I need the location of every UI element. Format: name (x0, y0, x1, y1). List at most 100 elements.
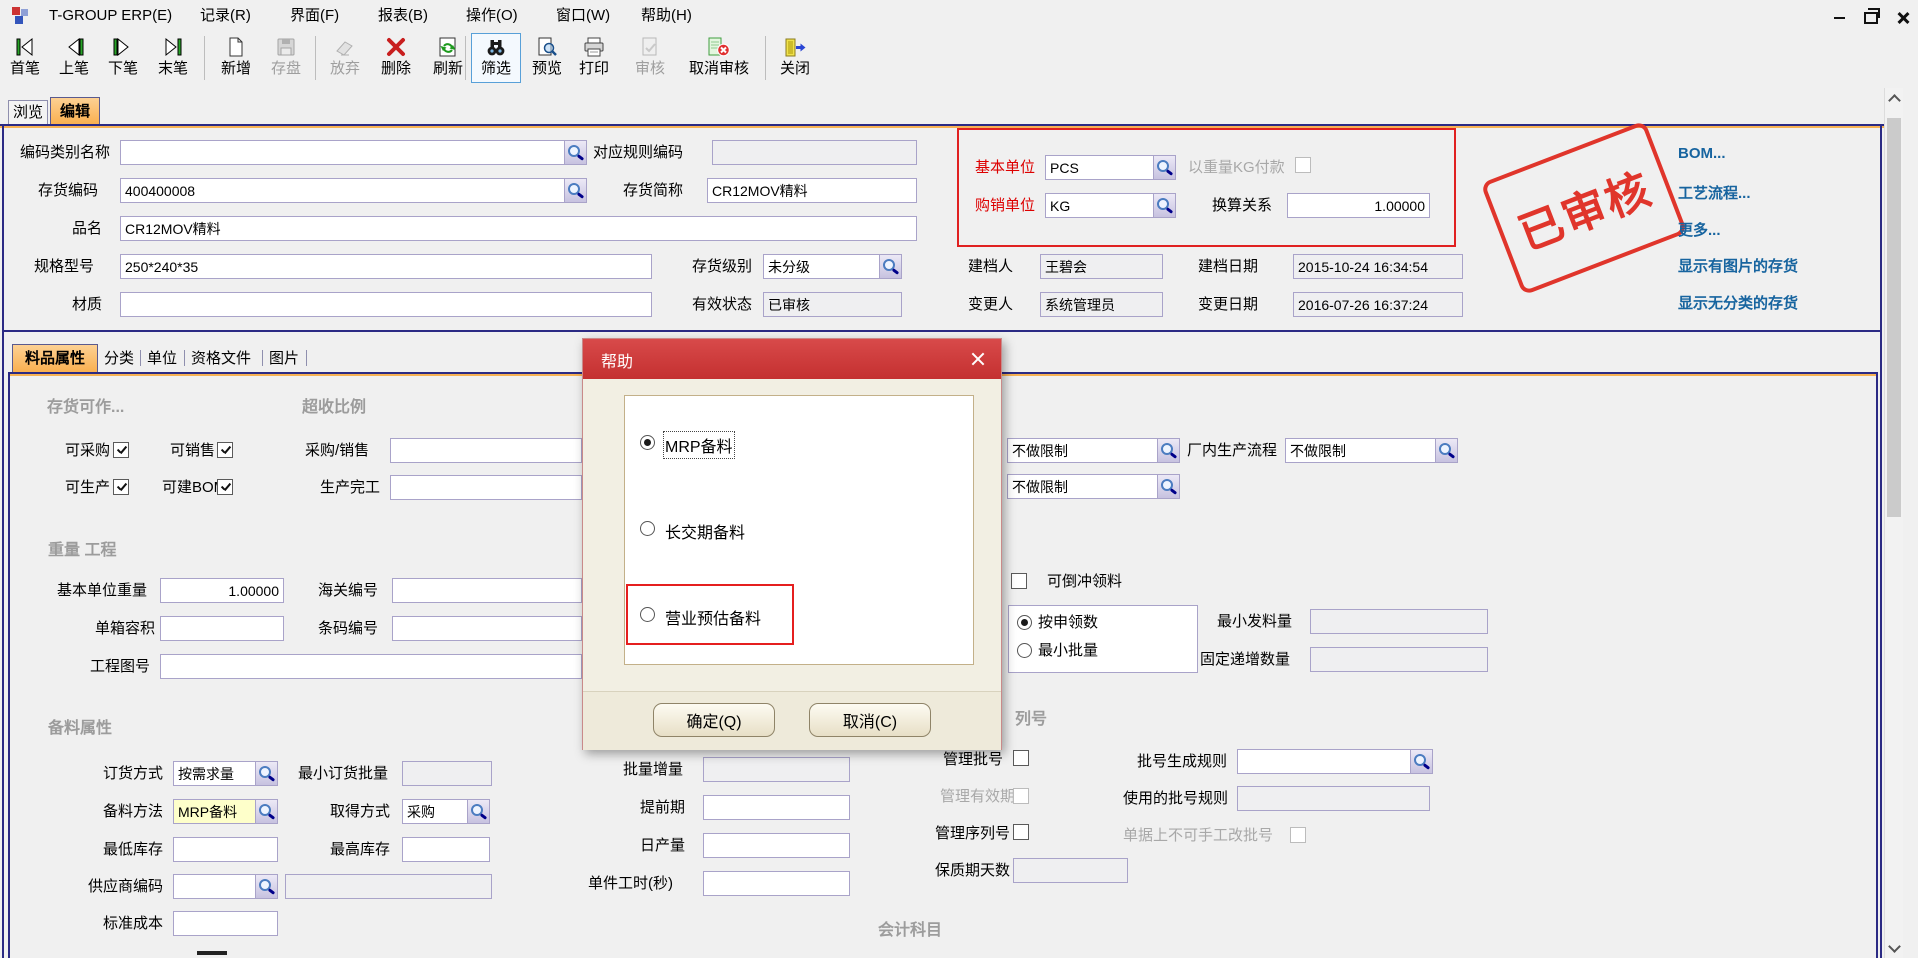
base-unit-input[interactable] (1045, 155, 1153, 180)
batch-increment-input[interactable] (703, 757, 850, 782)
lookup-button[interactable] (1153, 193, 1176, 218)
po-sale-input[interactable] (390, 438, 582, 463)
rule-code-input[interactable] (712, 140, 917, 165)
barcode-input[interactable] (392, 616, 582, 641)
status-input[interactable] (763, 292, 902, 317)
subtab-qualification[interactable]: 资格文件 (191, 349, 251, 369)
more-link[interactable]: 更多... (1678, 219, 1721, 240)
lookup-button[interactable] (564, 178, 587, 203)
menu-operation[interactable]: 操作(O) (462, 5, 522, 26)
customs-code-input[interactable] (392, 578, 582, 603)
next-record-button[interactable]: 下笔 (100, 33, 146, 83)
show-with-image-link[interactable]: 显示有图片的存货 (1678, 255, 1798, 276)
ok-button[interactable]: 确定(Q) (653, 703, 775, 737)
lot-rule-input[interactable] (1237, 749, 1410, 774)
lookup-button[interactable] (255, 874, 278, 899)
abandon-button[interactable]: 放弃 (322, 33, 368, 83)
tab-edit[interactable]: 编辑 (50, 97, 100, 124)
supplier-name-input[interactable] (285, 874, 492, 899)
material-input[interactable] (120, 292, 652, 317)
mrp-option-radio[interactable] (640, 435, 655, 450)
cancel-dialog-button[interactable]: 取消(C) (809, 703, 931, 737)
trade-unit-input[interactable] (1045, 193, 1153, 218)
menu-window[interactable]: 窗口(W) (552, 5, 614, 26)
scrollbar-thumb[interactable] (1887, 118, 1901, 517)
menu-record[interactable]: 记录(R) (196, 5, 255, 26)
producible-checkbox[interactable] (113, 479, 129, 495)
lookup-button[interactable] (1157, 474, 1180, 499)
acquire-mode-input[interactable] (402, 799, 467, 824)
subtab-image[interactable]: 图片 (269, 349, 299, 369)
show-unclassified-link[interactable]: 显示无分类的存货 (1678, 292, 1798, 313)
lookup-button[interactable] (1435, 438, 1458, 463)
supplier-code-input[interactable] (173, 874, 255, 899)
code-category-input[interactable] (120, 140, 564, 165)
short-name-input[interactable] (707, 178, 917, 203)
menu-report[interactable]: 报表(B) (374, 5, 432, 26)
box-volume-input[interactable] (160, 616, 284, 641)
sales-forecast-option-label[interactable]: 营业预估备料 (665, 605, 761, 629)
min-batch-radio[interactable] (1017, 643, 1032, 658)
scroll-up-button[interactable] (1885, 88, 1903, 108)
cancel-audit-button[interactable]: 取消审核 (678, 33, 760, 83)
daily-output-input[interactable] (703, 833, 850, 858)
lookup-button[interactable] (1153, 155, 1176, 180)
backflush-checkbox[interactable] (1011, 573, 1027, 589)
lot-checkbox[interactable] (1013, 750, 1029, 766)
lookup-button[interactable] (255, 761, 278, 786)
tab-browse[interactable]: 浏览 (8, 100, 48, 124)
pay-by-weight-checkbox[interactable] (1295, 157, 1311, 173)
no-manual-lot-checkbox[interactable] (1290, 827, 1306, 843)
menu-help[interactable]: 帮助(H) (637, 5, 696, 26)
long-leadtime-option-radio[interactable] (640, 521, 655, 536)
min-order-input[interactable] (402, 761, 492, 786)
lookup-button[interactable] (879, 254, 902, 279)
limit1-input[interactable] (1007, 438, 1157, 463)
max-stock-input[interactable] (402, 837, 490, 862)
minimize-button[interactable] (1826, 8, 1852, 28)
spec-input[interactable] (120, 254, 652, 279)
last-record-button[interactable]: 末笔 (150, 33, 196, 83)
modifier-input[interactable] (1040, 292, 1163, 317)
by-request-radio[interactable] (1017, 615, 1032, 630)
level-input[interactable] (763, 254, 879, 279)
filter-button[interactable]: 筛选 (471, 33, 521, 83)
dialog-close-icon[interactable] (969, 350, 987, 368)
prep-method-input[interactable] (173, 799, 255, 824)
subtab-item-attributes[interactable]: 料品属性 (12, 344, 98, 372)
sales-forecast-option-radio[interactable] (640, 607, 655, 622)
first-record-button[interactable]: 首笔 (2, 33, 48, 83)
conversion-input[interactable] (1287, 193, 1430, 218)
lookup-button[interactable] (467, 799, 490, 824)
limit2-input[interactable] (1007, 474, 1157, 499)
expiry-checkbox[interactable] (1013, 788, 1029, 804)
close-form-button[interactable]: 关闭 (772, 33, 818, 83)
delete-button[interactable]: 删除 (373, 33, 419, 83)
modify-date-input[interactable] (1293, 292, 1463, 317)
lookup-button[interactable] (1410, 749, 1433, 774)
save-button[interactable]: 存盘 (263, 33, 309, 83)
scroll-down-button[interactable] (1885, 938, 1903, 958)
print-button[interactable]: 打印 (571, 33, 617, 83)
prev-record-button[interactable]: 上笔 (51, 33, 97, 83)
used-lot-rule-input[interactable] (1237, 786, 1430, 811)
min-stock-input[interactable] (173, 837, 278, 862)
creator-input[interactable] (1040, 254, 1163, 279)
unit-work-time-input[interactable] (703, 871, 850, 896)
bom-link[interactable]: BOM... (1678, 145, 1726, 162)
std-cost-input[interactable] (173, 911, 278, 936)
process-flow-link[interactable]: 工艺流程... (1678, 182, 1751, 203)
purchasable-checkbox[interactable] (113, 442, 129, 458)
sellable-checkbox[interactable] (217, 442, 233, 458)
lookup-button[interactable] (255, 799, 278, 824)
can-bom-checkbox[interactable] (217, 479, 233, 495)
fixed-increment-input[interactable] (1310, 647, 1488, 672)
audit-button[interactable]: 审核 (627, 33, 673, 83)
subtab-category[interactable]: 分类 (104, 349, 134, 369)
new-button[interactable]: 新增 (213, 33, 259, 83)
lead-time-input[interactable] (703, 795, 850, 820)
menu-interface[interactable]: 界面(F) (286, 5, 343, 26)
order-mode-input[interactable] (173, 761, 255, 786)
product-name-input[interactable] (120, 216, 917, 241)
close-button[interactable] (1890, 8, 1916, 28)
